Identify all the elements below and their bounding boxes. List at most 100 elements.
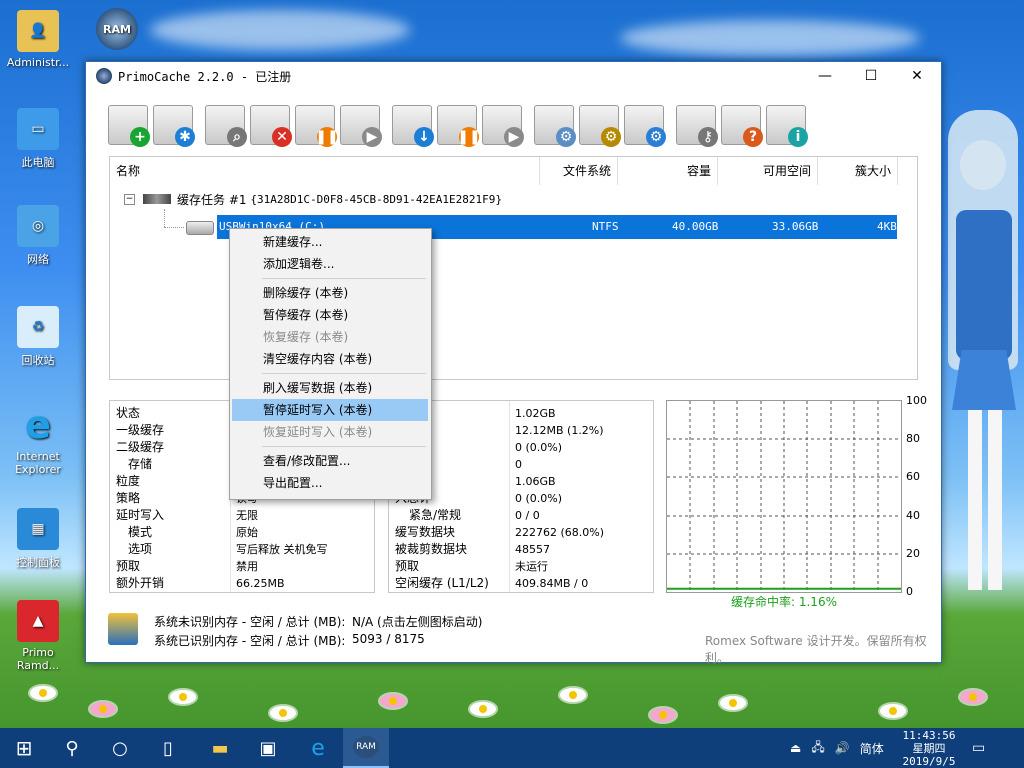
left-panel-value: 原始 bbox=[236, 526, 258, 539]
cache-task-label: 缓存任务 #1 bbox=[177, 192, 247, 207]
app-icon bbox=[96, 68, 112, 84]
title-bar[interactable]: PrimoCache 2.2.0 - 已注册 — ☐ ✕ bbox=[86, 62, 941, 90]
cortana-button[interactable]: ○ bbox=[96, 728, 144, 768]
flower bbox=[560, 688, 586, 702]
desktop-icon-primo-ramdisk[interactable]: ▲ Primo Ramd... bbox=[3, 600, 73, 672]
desktop-icon-ram-shortcut[interactable]: RAM bbox=[82, 8, 152, 54]
minimize-button[interactable]: — bbox=[802, 62, 848, 90]
menu-separator bbox=[262, 446, 426, 447]
middle-panel-label: 预取 bbox=[395, 559, 420, 573]
add-volume-button[interactable]: ✱ bbox=[153, 105, 195, 147]
hit-rate-graph-svg bbox=[667, 401, 901, 592]
menu-item[interactable]: 暂停延时写入 (本卷) bbox=[232, 399, 428, 421]
pause-cache-button[interactable]: ❚❚ bbox=[295, 105, 339, 147]
left-panel-label: 二级缓存 bbox=[116, 440, 165, 454]
column-header-name[interactable]: 名称 bbox=[110, 157, 540, 185]
hardware-button[interactable]: ⚙ bbox=[579, 105, 621, 147]
desktop-icon-user-folder[interactable]: 👤 Administr... bbox=[3, 10, 73, 69]
help-button[interactable]: ? bbox=[721, 105, 763, 147]
resume-deferred-button[interactable]: ▶ bbox=[482, 105, 524, 147]
delete-cache-button[interactable]: ✕ bbox=[250, 105, 292, 147]
left-panel-value: 66.25MB bbox=[236, 577, 285, 590]
desktop-icon-recycle-bin[interactable]: ♻ 回收站 bbox=[3, 306, 73, 368]
volume-icon[interactable]: 🔊 bbox=[835, 741, 850, 755]
left-panel-label: 延时写入 bbox=[116, 508, 165, 522]
memory-icon[interactable] bbox=[108, 613, 138, 645]
primo-ramdisk-icon: ▲ bbox=[17, 600, 59, 642]
file-explorer-button[interactable]: ▬ bbox=[196, 728, 244, 768]
taskbar: ⊞ ⚲ ○ ▯ ▬ ▣ e RAM ⏏ 🖧 🔊 简体 11:43:56 星期四 … bbox=[0, 728, 1024, 768]
left-panel-value: 无限 bbox=[236, 509, 258, 522]
view-cache-button[interactable]: ⌕ bbox=[205, 105, 247, 147]
clock[interactable]: 11:43:56 星期四 2019/9/5 bbox=[896, 728, 962, 768]
computer-icon: ▭ bbox=[17, 108, 59, 150]
tree-line bbox=[164, 227, 184, 229]
network-icon: ◎ bbox=[17, 205, 59, 247]
flower bbox=[170, 690, 196, 704]
desktop-icon-this-pc[interactable]: ▭ 此电脑 bbox=[3, 108, 73, 170]
collapse-icon[interactable]: − bbox=[124, 193, 135, 205]
desktop-icon-ie[interactable]: e Internet Explorer bbox=[3, 403, 73, 476]
copyright: Romex Software 设计开发。保留所有权利。 bbox=[705, 634, 927, 665]
cache-task-icon bbox=[143, 194, 171, 204]
column-header-cluster[interactable]: 簇大小 bbox=[818, 157, 898, 185]
tree-line bbox=[164, 209, 166, 227]
store-button[interactable]: ▣ bbox=[244, 728, 292, 768]
volume-fs: NTFS bbox=[592, 220, 619, 233]
wallpaper-character bbox=[942, 100, 1022, 640]
search-button[interactable]: ⚲ bbox=[48, 728, 96, 768]
new-cache-icon: + bbox=[130, 127, 150, 147]
usb-icon[interactable]: ⏏ bbox=[790, 741, 801, 755]
graph-y-tick: 100 bbox=[906, 394, 927, 407]
close-button[interactable]: ✕ bbox=[894, 62, 940, 90]
network-tray-icon[interactable]: 🖧 bbox=[811, 738, 824, 759]
cache-task-id: {31A28D1C-D0F8-45CB-8D91-42EA1E2821F9} bbox=[250, 192, 503, 206]
start-button[interactable]: ⊞ bbox=[0, 728, 48, 768]
menu-item[interactable]: 清空缓存内容 (本卷) bbox=[232, 348, 428, 370]
settings-icon: ⚙ bbox=[556, 127, 576, 147]
settings-button[interactable]: ⚙ bbox=[534, 105, 576, 147]
maximize-button[interactable]: ☐ bbox=[848, 62, 894, 90]
menu-separator bbox=[262, 373, 426, 374]
menu-item[interactable]: 暂停缓存 (本卷) bbox=[232, 304, 428, 326]
column-header-fs[interactable]: 文件系统 bbox=[540, 157, 618, 185]
task-view-button[interactable]: ▯ bbox=[144, 728, 192, 768]
view-cache-icon: ⌕ bbox=[227, 127, 247, 147]
ime-indicator[interactable]: 简体 bbox=[860, 740, 884, 757]
menu-item[interactable]: 刷入缓写数据 (本卷) bbox=[232, 377, 428, 399]
primocache-taskbar-button[interactable]: RAM bbox=[343, 728, 389, 768]
menu-item[interactable]: 查看/修改配置... bbox=[232, 450, 428, 472]
menu-item[interactable]: 添加逻辑卷... bbox=[232, 253, 428, 275]
desktop-icon-label: 此电脑 bbox=[21, 156, 55, 169]
column-header-free[interactable]: 可用空间 bbox=[718, 157, 818, 185]
system-tray: ⏏ 🖧 🔊 简体 bbox=[790, 728, 898, 768]
clock-date: 2019/9/5 bbox=[902, 755, 956, 768]
middle-panel-value: 0 (0.0%) bbox=[515, 492, 563, 505]
resume-cache-button[interactable]: ▶ bbox=[340, 105, 382, 147]
desktop-icon-label: 回收站 bbox=[21, 354, 55, 367]
cache-task-row[interactable]: − 缓存任务 #1 {31A28D1C-D0F8-45CB-8D91-42EA1… bbox=[124, 189, 502, 209]
about-button[interactable]: i bbox=[766, 105, 808, 147]
notification-button[interactable]: ▭ bbox=[972, 728, 985, 768]
menu-item[interactable]: 删除缓存 (本卷) bbox=[232, 282, 428, 304]
options-button[interactable]: ⚙ bbox=[624, 105, 666, 147]
disk-icon bbox=[186, 221, 214, 235]
flower bbox=[30, 686, 56, 700]
panel-divider bbox=[509, 401, 510, 592]
pause-cache-icon: ❚❚ bbox=[315, 127, 339, 147]
new-cache-button[interactable]: + bbox=[108, 105, 150, 147]
flower bbox=[960, 690, 986, 704]
menu-item[interactable]: 新建缓存... bbox=[232, 231, 428, 253]
graph-y-tick: 60 bbox=[906, 470, 920, 484]
hardware-icon: ⚙ bbox=[601, 127, 621, 147]
resume-cache-icon: ▶ bbox=[362, 127, 382, 147]
desktop-icon-network[interactable]: ◎ 网络 bbox=[3, 205, 73, 267]
flush-deferred-button[interactable]: ↓ bbox=[392, 105, 434, 147]
menu-item[interactable]: 导出配置... bbox=[232, 472, 428, 494]
pause-deferred-button[interactable]: ❚❚ bbox=[437, 105, 481, 147]
column-header-capacity[interactable]: 容量 bbox=[618, 157, 718, 185]
desktop-icon-control-panel[interactable]: ▦ 控制面板 bbox=[3, 508, 73, 570]
license-button[interactable]: ⚷ bbox=[676, 105, 718, 147]
left-panel-value: 写后释放 关机免写 bbox=[236, 543, 328, 556]
ie-taskbar-button[interactable]: e bbox=[294, 728, 342, 768]
